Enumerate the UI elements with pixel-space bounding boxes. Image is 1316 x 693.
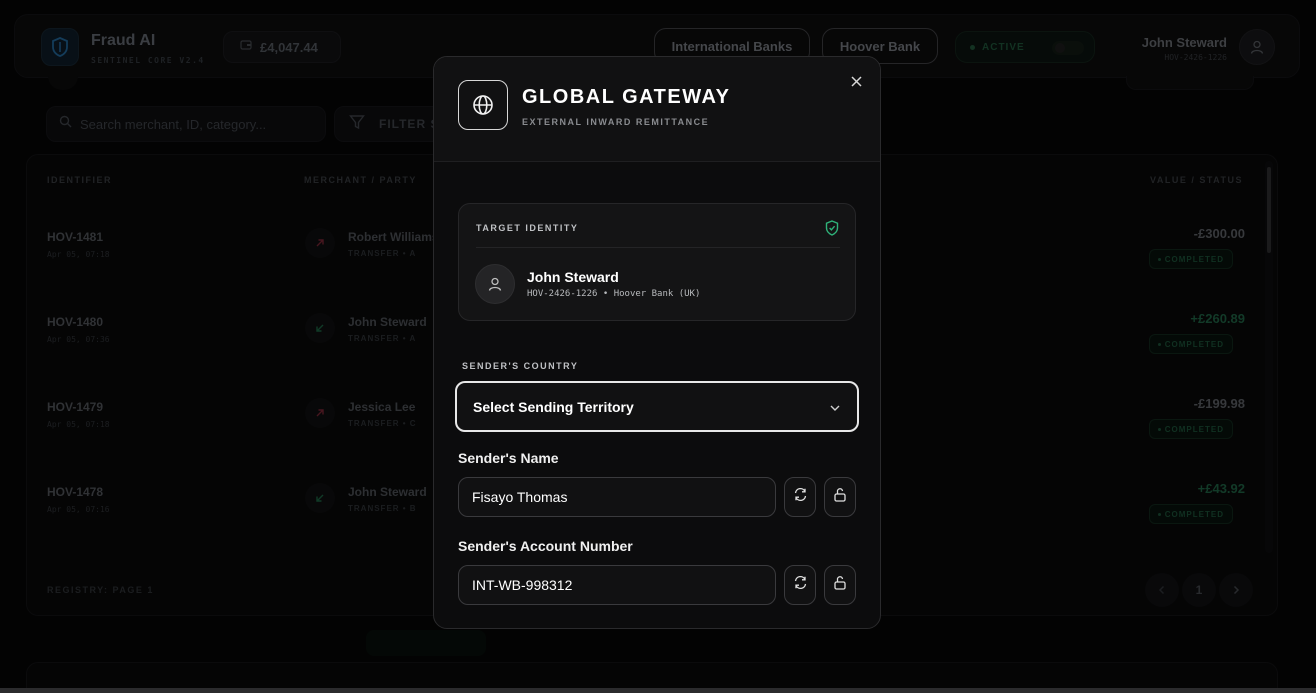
sender-country-label: SENDER'S COUNTRY	[462, 361, 579, 371]
sender-name-input[interactable]	[458, 477, 776, 517]
identity-label: TARGET IDENTITY	[476, 223, 579, 233]
modal-header: GLOBAL GATEWAY EXTERNAL INWARD REMITTANC…	[434, 57, 880, 162]
window-bottom-bar	[0, 688, 1316, 693]
user-icon	[475, 264, 515, 304]
identity-meta: HOV-2426-1226 • Hoover Bank (UK)	[527, 289, 701, 299]
sender-account-input[interactable]	[458, 565, 776, 605]
refresh-name-button[interactable]	[784, 477, 816, 517]
lock-name-button[interactable]	[824, 477, 856, 517]
sender-name-label: Sender's Name	[458, 450, 559, 466]
unlock-icon	[833, 575, 847, 595]
shield-check-icon	[825, 220, 839, 236]
refresh-icon	[793, 487, 808, 507]
global-gateway-modal: GLOBAL GATEWAY EXTERNAL INWARD REMITTANC…	[433, 56, 881, 629]
unlock-icon	[833, 487, 847, 507]
app-background: Fraud AI SENTINEL CORE V2.4 £4,047.44 In…	[0, 0, 1316, 693]
sender-account-label: Sender's Account Number	[458, 538, 633, 554]
modal-title: GLOBAL GATEWAY	[522, 86, 731, 108]
globe-icon	[458, 80, 508, 130]
chevron-down-icon	[829, 401, 841, 413]
target-identity-card: TARGET IDENTITY John Steward HOV-2426-12…	[458, 203, 856, 321]
close-icon[interactable]	[846, 71, 866, 91]
modal-subtitle: EXTERNAL INWARD REMITTANCE	[522, 117, 710, 127]
refresh-account-button[interactable]	[784, 565, 816, 605]
identity-name: John Steward	[527, 269, 619, 285]
lock-account-button[interactable]	[824, 565, 856, 605]
sender-country-value: Select Sending Territory	[473, 398, 634, 415]
sender-country-select[interactable]: Select Sending Territory	[455, 381, 859, 432]
refresh-icon	[793, 575, 808, 595]
divider	[476, 247, 840, 248]
